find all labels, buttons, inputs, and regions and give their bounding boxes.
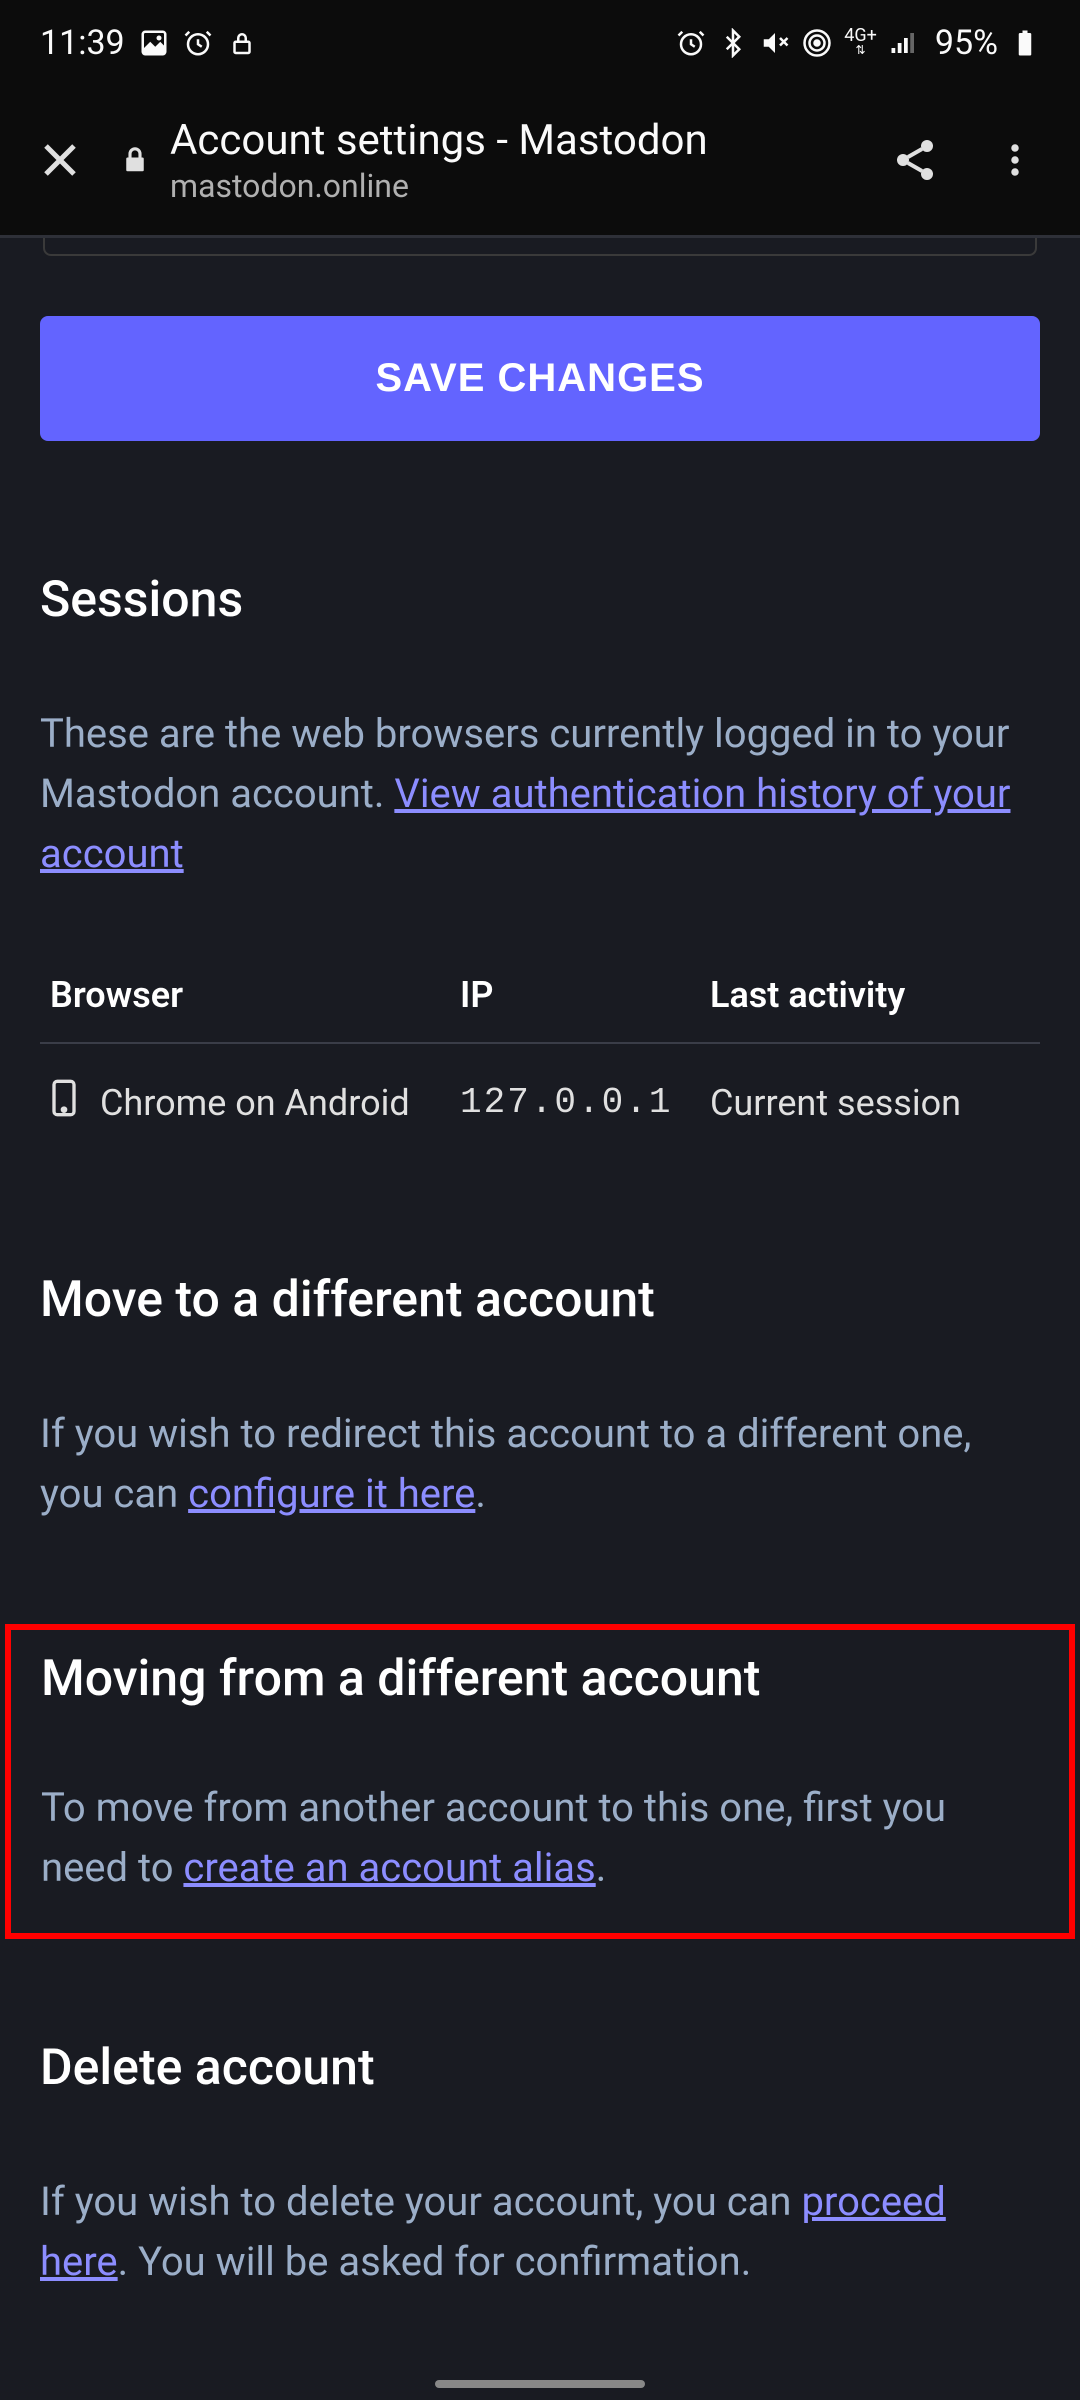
sessions-table: Browser IP Last activity Chrome on Andro… bbox=[40, 974, 1040, 1161]
page-content: SAVE CHANGES Sessions These are the web … bbox=[0, 238, 1080, 2292]
mobile-device-icon bbox=[50, 1078, 78, 1127]
sessions-description: These are the web browsers currently log… bbox=[40, 704, 1040, 884]
url-bar[interactable]: Account settings - Mastodon mastodon.onl… bbox=[120, 116, 850, 205]
move-from-section-highlight: Moving from a different account To move … bbox=[5, 1624, 1075, 1939]
android-status-bar: 11:39 4G+ ⇅ 95% bbox=[0, 0, 1080, 85]
lock-icon bbox=[227, 28, 257, 58]
delete-account-section: Delete account If you wish to delete you… bbox=[40, 2039, 1040, 2292]
alarm-icon bbox=[183, 28, 213, 58]
alarm-icon bbox=[676, 28, 706, 58]
signal-icon bbox=[889, 28, 919, 58]
navigation-handle[interactable] bbox=[435, 2380, 645, 2388]
move-from-heading: Moving from a different account bbox=[41, 1650, 1039, 1708]
move-to-section: Move to a different account If you wish … bbox=[40, 1271, 1040, 1524]
lock-icon bbox=[120, 145, 150, 175]
activity-cell: Current session bbox=[710, 1082, 1030, 1124]
th-browser: Browser bbox=[50, 974, 460, 1016]
ip-cell: 127.0.0.1 bbox=[460, 1082, 710, 1123]
save-changes-button[interactable]: SAVE CHANGES bbox=[40, 316, 1040, 441]
table-row: Chrome on Android 127.0.0.1 Current sess… bbox=[40, 1044, 1040, 1161]
create-alias-link[interactable]: create an account alias bbox=[183, 1844, 595, 1891]
page-url: mastodon.online bbox=[170, 167, 708, 205]
truncated-section-above bbox=[43, 238, 1037, 256]
move-to-description: If you wish to redirect this account to … bbox=[40, 1404, 1040, 1524]
status-time: 11:39 bbox=[40, 23, 125, 63]
browser-chrome-bar: Account settings - Mastodon mastodon.onl… bbox=[0, 85, 1080, 235]
close-button[interactable] bbox=[30, 130, 90, 190]
delete-heading: Delete account bbox=[40, 2039, 1040, 2097]
th-activity: Last activity bbox=[710, 974, 1030, 1016]
delete-description: If you wish to delete your account, you … bbox=[40, 2172, 1040, 2292]
move-to-heading: Move to a different account bbox=[40, 1271, 1040, 1329]
battery-percent: 95% bbox=[935, 23, 998, 63]
battery-icon bbox=[1010, 28, 1040, 58]
move-from-description: To move from another account to this one… bbox=[41, 1778, 1039, 1898]
vibrate-mute-icon bbox=[760, 28, 790, 58]
bluetooth-icon bbox=[718, 28, 748, 58]
share-button[interactable] bbox=[880, 125, 950, 195]
sessions-section: Sessions These are the web browsers curr… bbox=[40, 571, 1040, 1161]
sessions-heading: Sessions bbox=[40, 571, 1040, 629]
configure-redirect-link[interactable]: configure it here bbox=[188, 1470, 475, 1517]
network-type-label: 4G+ ⇅ bbox=[844, 29, 877, 57]
hotspot-icon bbox=[802, 28, 832, 58]
table-header: Browser IP Last activity bbox=[40, 974, 1040, 1044]
page-title: Account settings - Mastodon bbox=[170, 116, 708, 165]
th-ip: IP bbox=[460, 974, 710, 1016]
image-icon bbox=[139, 28, 169, 58]
browser-cell: Chrome on Android bbox=[100, 1082, 410, 1124]
overflow-menu-button[interactable] bbox=[980, 125, 1050, 195]
